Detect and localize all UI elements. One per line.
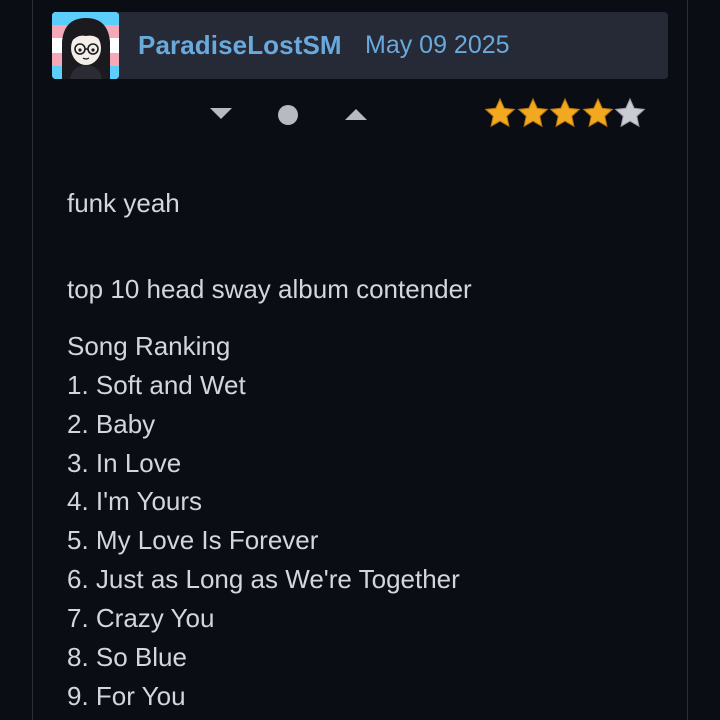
star-rating [484, 97, 654, 133]
star-filled-icon [484, 97, 516, 128]
ranking-item: 8. So Blue [67, 642, 187, 672]
ranking-item: 7. Crazy You [67, 603, 215, 633]
ranking-item: 2. Baby [67, 409, 156, 439]
ranking-heading: Song Ranking [67, 331, 231, 361]
triangle-down-icon[interactable] [210, 108, 232, 119]
ranking-item: 6. Just as Long as We're Together [67, 564, 460, 594]
star-empty-icon [614, 97, 646, 128]
star-filled-icon [517, 97, 548, 128]
triangle-up-icon[interactable] [345, 109, 367, 120]
username-link[interactable]: ParadiseLostSM [138, 30, 342, 61]
review-date: May 09 2025 [365, 31, 510, 59]
ranking-item: 9. For You [67, 681, 186, 711]
vote-controls [200, 96, 380, 136]
ranking-item: 1. Soft and Wet [67, 370, 246, 400]
ranking-item: 5. My Love Is Forever [67, 525, 319, 555]
ranking-item: 4. I'm Yours [67, 486, 203, 516]
review-line: funk yeah [67, 188, 180, 218]
page: ParadiseLostSM May 09 2025 funk yeah top… [0, 0, 720, 720]
star-filled-icon [582, 97, 613, 128]
review-line: top 10 head sway album contender [67, 274, 472, 304]
avatar[interactable] [52, 12, 119, 79]
star-filled-icon [549, 97, 581, 128]
ranking-item: 3. In Love [67, 448, 182, 478]
avatar-image [52, 12, 119, 79]
circle-icon[interactable] [278, 105, 298, 125]
